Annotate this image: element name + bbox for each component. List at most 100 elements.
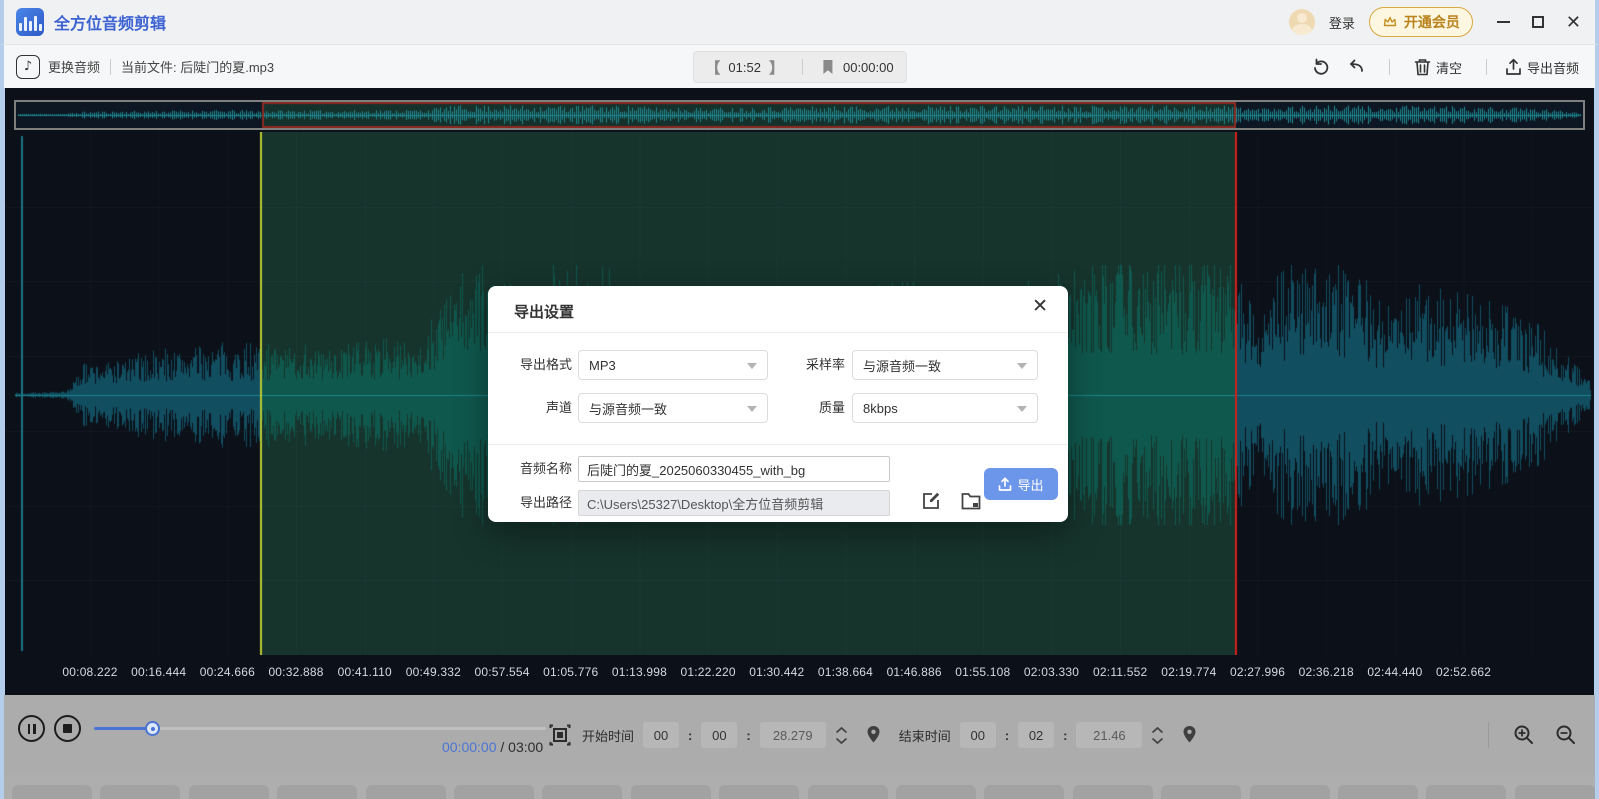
zoom-in-icon[interactable] bbox=[1513, 724, 1535, 746]
quality-value: 8kbps bbox=[863, 401, 898, 416]
time-axis-label: 01:30.442 bbox=[749, 665, 804, 679]
dialog-close-icon[interactable]: ✕ bbox=[1032, 297, 1048, 316]
chevron-down-icon bbox=[747, 363, 757, 369]
preset-card[interactable] bbox=[277, 785, 357, 799]
preset-strip bbox=[0, 775, 1599, 799]
time-axis-label: 01:22.220 bbox=[681, 665, 736, 679]
end-ms-field[interactable]: 21.46 bbox=[1076, 722, 1142, 748]
time-axis-label: 02:19.774 bbox=[1161, 665, 1216, 679]
change-audio-button[interactable]: 更换音频 bbox=[48, 57, 100, 76]
preset-card[interactable] bbox=[1073, 785, 1153, 799]
preset-card[interactable] bbox=[542, 785, 622, 799]
export-confirm-label: 导出 bbox=[1017, 475, 1043, 494]
open-folder-icon[interactable] bbox=[961, 492, 981, 510]
time-display: 00:00:00 / 03:00 bbox=[442, 739, 543, 755]
loop-start-bracket-icon[interactable]: 【 bbox=[705, 57, 720, 78]
edit-path-icon[interactable] bbox=[921, 491, 941, 511]
chevron-down-icon bbox=[1017, 363, 1027, 369]
time-axis-label: 02:52.662 bbox=[1436, 665, 1491, 679]
zoom-out-icon[interactable] bbox=[1555, 724, 1577, 746]
preset-card[interactable] bbox=[984, 785, 1064, 799]
waveform-overview[interactable] bbox=[14, 100, 1585, 130]
end-seconds-field[interactable]: 02 bbox=[1018, 722, 1054, 748]
divider bbox=[1486, 59, 1487, 75]
set-end-pin-icon[interactable] bbox=[1181, 725, 1198, 745]
total-time: 03:00 bbox=[508, 739, 543, 755]
channel-select[interactable]: 与源音频一致 bbox=[578, 393, 768, 423]
divider bbox=[488, 444, 1068, 445]
export-path-input[interactable] bbox=[578, 490, 890, 516]
redo-icon[interactable] bbox=[1345, 57, 1365, 77]
preset-card[interactable] bbox=[896, 785, 976, 799]
start-ms-field[interactable]: 28.279 bbox=[760, 722, 826, 748]
divider bbox=[802, 59, 803, 75]
start-minutes-field[interactable]: 00 bbox=[643, 722, 679, 748]
bookmark-icon[interactable] bbox=[821, 59, 835, 75]
quality-select[interactable]: 8kbps bbox=[852, 393, 1038, 423]
export-audio-button[interactable]: 导出音频 bbox=[1505, 58, 1579, 77]
undo-icon[interactable] bbox=[1311, 57, 1331, 77]
preset-card[interactable] bbox=[631, 785, 711, 799]
set-start-pin-icon[interactable] bbox=[865, 725, 882, 745]
time-axis-label: 00:49.332 bbox=[406, 665, 461, 679]
minimize-button[interactable] bbox=[1497, 21, 1510, 23]
preset-card[interactable] bbox=[1338, 785, 1418, 799]
divider bbox=[488, 332, 1068, 333]
end-minutes-field[interactable]: 00 bbox=[960, 722, 996, 748]
audio-name-input[interactable] bbox=[578, 456, 890, 482]
colon: : bbox=[1005, 728, 1009, 743]
pause-button[interactable] bbox=[18, 715, 45, 742]
preset-card[interactable] bbox=[100, 785, 180, 799]
audio-name-label: 音频名称 bbox=[498, 456, 572, 482]
progress-thumb[interactable] bbox=[145, 721, 160, 736]
start-time-stepper[interactable] bbox=[835, 727, 848, 744]
samplerate-value: 与源音频一致 bbox=[863, 356, 941, 375]
login-button[interactable]: 登录 bbox=[1329, 13, 1355, 32]
time-axis-label: 02:44.440 bbox=[1367, 665, 1422, 679]
clear-button[interactable]: 清空 bbox=[1414, 58, 1462, 77]
preset-card[interactable] bbox=[189, 785, 269, 799]
samplerate-select[interactable]: 与源音频一致 bbox=[852, 350, 1038, 380]
preset-card[interactable] bbox=[808, 785, 888, 799]
loop-time-value: 01:52 bbox=[728, 60, 761, 75]
start-seconds-field[interactable]: 00 bbox=[701, 722, 737, 748]
time-axis-label: 02:11.552 bbox=[1093, 665, 1147, 679]
preset-card[interactable] bbox=[1515, 785, 1595, 799]
preset-card[interactable] bbox=[719, 785, 799, 799]
preset-card[interactable] bbox=[1250, 785, 1330, 799]
preset-card[interactable] bbox=[366, 785, 446, 799]
time-axis-label: 01:55.108 bbox=[955, 665, 1010, 679]
vip-button[interactable]: 开通会员 bbox=[1369, 7, 1473, 37]
format-select[interactable]: MP3 bbox=[578, 350, 768, 380]
divider bbox=[1488, 722, 1489, 748]
preset-card[interactable] bbox=[1426, 785, 1506, 799]
preset-card[interactable] bbox=[454, 785, 534, 799]
upload-icon bbox=[1505, 58, 1522, 76]
export-audio-label: 导出音频 bbox=[1527, 58, 1579, 77]
playback-bar: 00:00:00 / 03:00 开始时间 00 : 00 : 28.279 结… bbox=[0, 695, 1599, 775]
loop-time-box: 【 01:52 】 00:00:00 bbox=[692, 51, 906, 83]
divider bbox=[1389, 59, 1390, 75]
maximize-button[interactable] bbox=[1532, 16, 1544, 28]
end-time-label: 结束时间 bbox=[899, 726, 951, 745]
colon: : bbox=[746, 728, 750, 743]
trash-icon bbox=[1414, 58, 1431, 76]
export-confirm-button[interactable]: 导出 bbox=[984, 468, 1058, 500]
loop-end-bracket-icon[interactable]: 】 bbox=[769, 57, 784, 78]
music-note-icon[interactable]: ♪ bbox=[16, 55, 40, 79]
time-separator: / bbox=[497, 739, 509, 755]
crop-icon[interactable] bbox=[549, 724, 571, 746]
progress-slider[interactable] bbox=[94, 727, 546, 730]
divider bbox=[110, 59, 111, 75]
stop-button[interactable] bbox=[54, 715, 81, 742]
user-avatar[interactable] bbox=[1289, 9, 1315, 35]
time-axis-label: 01:38.664 bbox=[818, 665, 873, 679]
preset-card[interactable] bbox=[1161, 785, 1241, 799]
preset-card[interactable] bbox=[12, 785, 92, 799]
export-path-label: 导出路径 bbox=[498, 490, 572, 516]
time-axis-label: 01:05.776 bbox=[543, 665, 598, 679]
close-button[interactable]: ✕ bbox=[1566, 13, 1581, 31]
end-time-stepper[interactable] bbox=[1151, 727, 1164, 744]
vip-label: 开通会员 bbox=[1404, 12, 1460, 32]
clear-label: 清空 bbox=[1436, 58, 1462, 77]
